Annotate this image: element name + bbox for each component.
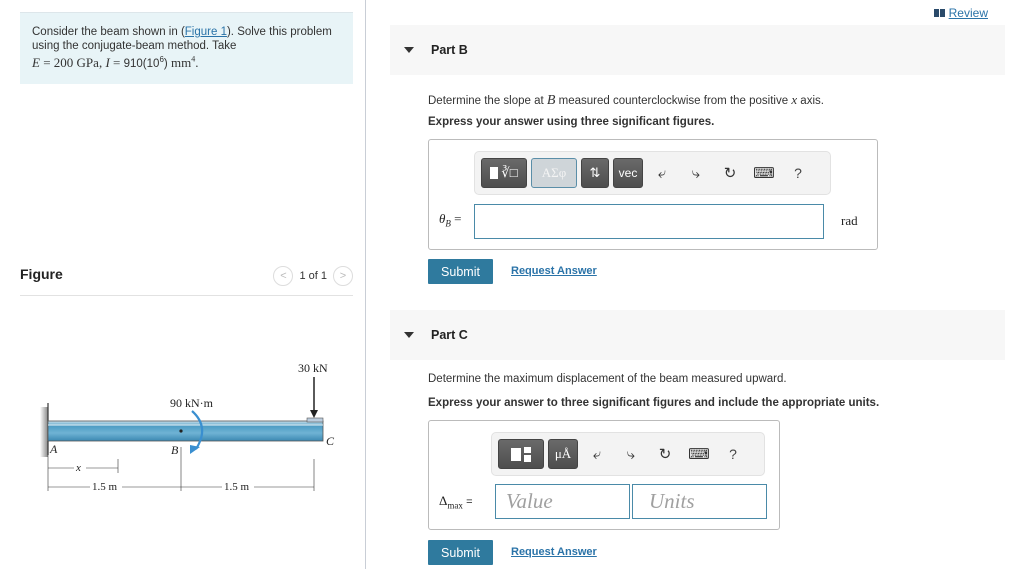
keyboard-icon[interactable]: ⌨ bbox=[749, 158, 779, 188]
theta-b-field[interactable] bbox=[475, 205, 823, 238]
part-c-header[interactable]: Part C bbox=[390, 310, 1005, 360]
part-b-toolbar: ∛□ ΑΣφ ⇅ vec ⤶ ⤷ ↻ ⌨ ? bbox=[474, 151, 831, 195]
review-label[interactable]: Review bbox=[949, 6, 988, 20]
undo-icon[interactable]: ⤶ bbox=[647, 158, 677, 188]
part-c-answer-box: μÅ ⤶ ⤷ ↻ ⌨ ? Δmax = bbox=[428, 420, 780, 530]
collapse-triangle-icon[interactable] bbox=[404, 47, 414, 53]
dim-1-label: 1.5 m bbox=[92, 481, 118, 493]
help-icon[interactable]: ? bbox=[783, 158, 813, 188]
part-c-question: Determine the maximum displacement of th… bbox=[428, 373, 787, 385]
figure-link[interactable]: Figure 1 bbox=[185, 26, 227, 38]
unit-rad-label: rad bbox=[841, 213, 858, 228]
delta-max-label: Δmax = bbox=[439, 493, 473, 511]
part-b-submit-button[interactable]: Submit bbox=[428, 259, 493, 284]
moment-label: 90 kN·m bbox=[170, 396, 214, 410]
figure-header: Figure < 1 of 1 > bbox=[20, 262, 353, 296]
templates-button[interactable] bbox=[498, 439, 544, 469]
figure-pager: < 1 of 1 > bbox=[273, 266, 353, 286]
pager-text: 1 of 1 bbox=[299, 270, 327, 282]
beam bbox=[47, 420, 324, 442]
answer-panel: Review Part B Determine the slope at B m… bbox=[366, 0, 1024, 569]
value-input[interactable] bbox=[495, 484, 630, 519]
beam-figure: 30 kN 90 kN·m A B C x 1.5 m 1.5 m bbox=[40, 361, 335, 493]
part-c-title: Part C bbox=[431, 328, 468, 342]
x-label: x bbox=[75, 462, 81, 474]
keyboard-icon[interactable]: ⌨ bbox=[684, 439, 714, 469]
part-c-toolbar: μÅ ⤶ ⤷ ↻ ⌨ ? bbox=[491, 432, 765, 476]
point-c-label: C bbox=[326, 434, 335, 448]
theta-b-label: θB = bbox=[439, 211, 462, 229]
units-field[interactable] bbox=[633, 485, 766, 518]
redo-icon[interactable]: ⤷ bbox=[681, 158, 711, 188]
part-b-title: Part B bbox=[431, 43, 468, 57]
book-icon bbox=[933, 9, 945, 17]
point-b-label: B bbox=[171, 443, 179, 457]
part-b-answer-box: ∛□ ΑΣφ ⇅ vec ⤶ ⤷ ↻ ⌨ ? θB = rad bbox=[428, 139, 878, 250]
force-label: 30 kN bbox=[298, 361, 328, 375]
reset-icon[interactable]: ↻ bbox=[650, 439, 680, 469]
fixed-support bbox=[40, 407, 48, 457]
problem-text: Consider the beam shown in ( bbox=[32, 26, 185, 38]
part-c-instruction: Express your answer to three significant… bbox=[428, 397, 880, 409]
value-field[interactable] bbox=[496, 485, 629, 518]
greek-symbols-button[interactable]: ΑΣφ bbox=[531, 158, 577, 188]
part-b-instruction: Express your answer using three signific… bbox=[428, 116, 715, 128]
given-values: E = 200 GPa, I = 910(106) mm4. bbox=[32, 55, 199, 71]
help-icon[interactable]: ? bbox=[718, 439, 748, 469]
part-c-submit-button[interactable]: Submit bbox=[428, 540, 493, 565]
arrows-button[interactable]: ⇅ bbox=[581, 158, 609, 188]
reset-icon[interactable]: ↻ bbox=[715, 158, 745, 188]
review-link[interactable]: Review bbox=[933, 6, 988, 20]
part-c-request-answer-link[interactable]: Request Answer bbox=[511, 546, 597, 558]
undo-icon[interactable]: ⤶ bbox=[582, 439, 612, 469]
part-b-header[interactable]: Part B bbox=[390, 25, 1005, 75]
figure-title: Figure bbox=[20, 266, 63, 282]
collapse-triangle-icon[interactable] bbox=[404, 332, 414, 338]
vector-button[interactable]: vec bbox=[613, 158, 643, 188]
chevron-left-icon[interactable]: < bbox=[273, 266, 294, 286]
units-button[interactable]: μÅ bbox=[548, 439, 578, 469]
problem-panel: Consider the beam shown in (Figure 1). S… bbox=[0, 0, 365, 569]
part-b-question: Determine the slope at B measured counte… bbox=[428, 92, 824, 108]
templates-icon: ∛□ bbox=[490, 165, 518, 181]
theta-b-input[interactable] bbox=[474, 204, 824, 239]
part-b-request-answer-link[interactable]: Request Answer bbox=[511, 265, 597, 277]
templates-icon bbox=[511, 446, 531, 462]
units-input[interactable] bbox=[632, 484, 767, 519]
dim-2-label: 1.5 m bbox=[224, 481, 250, 493]
templates-button[interactable]: ∛□ bbox=[481, 158, 527, 188]
problem-statement: Consider the beam shown in (Figure 1). S… bbox=[20, 12, 353, 84]
load-plate bbox=[306, 417, 324, 423]
point-a-label: A bbox=[49, 442, 58, 456]
chevron-right-icon[interactable]: > bbox=[333, 266, 353, 286]
redo-icon[interactable]: ⤷ bbox=[616, 439, 646, 469]
